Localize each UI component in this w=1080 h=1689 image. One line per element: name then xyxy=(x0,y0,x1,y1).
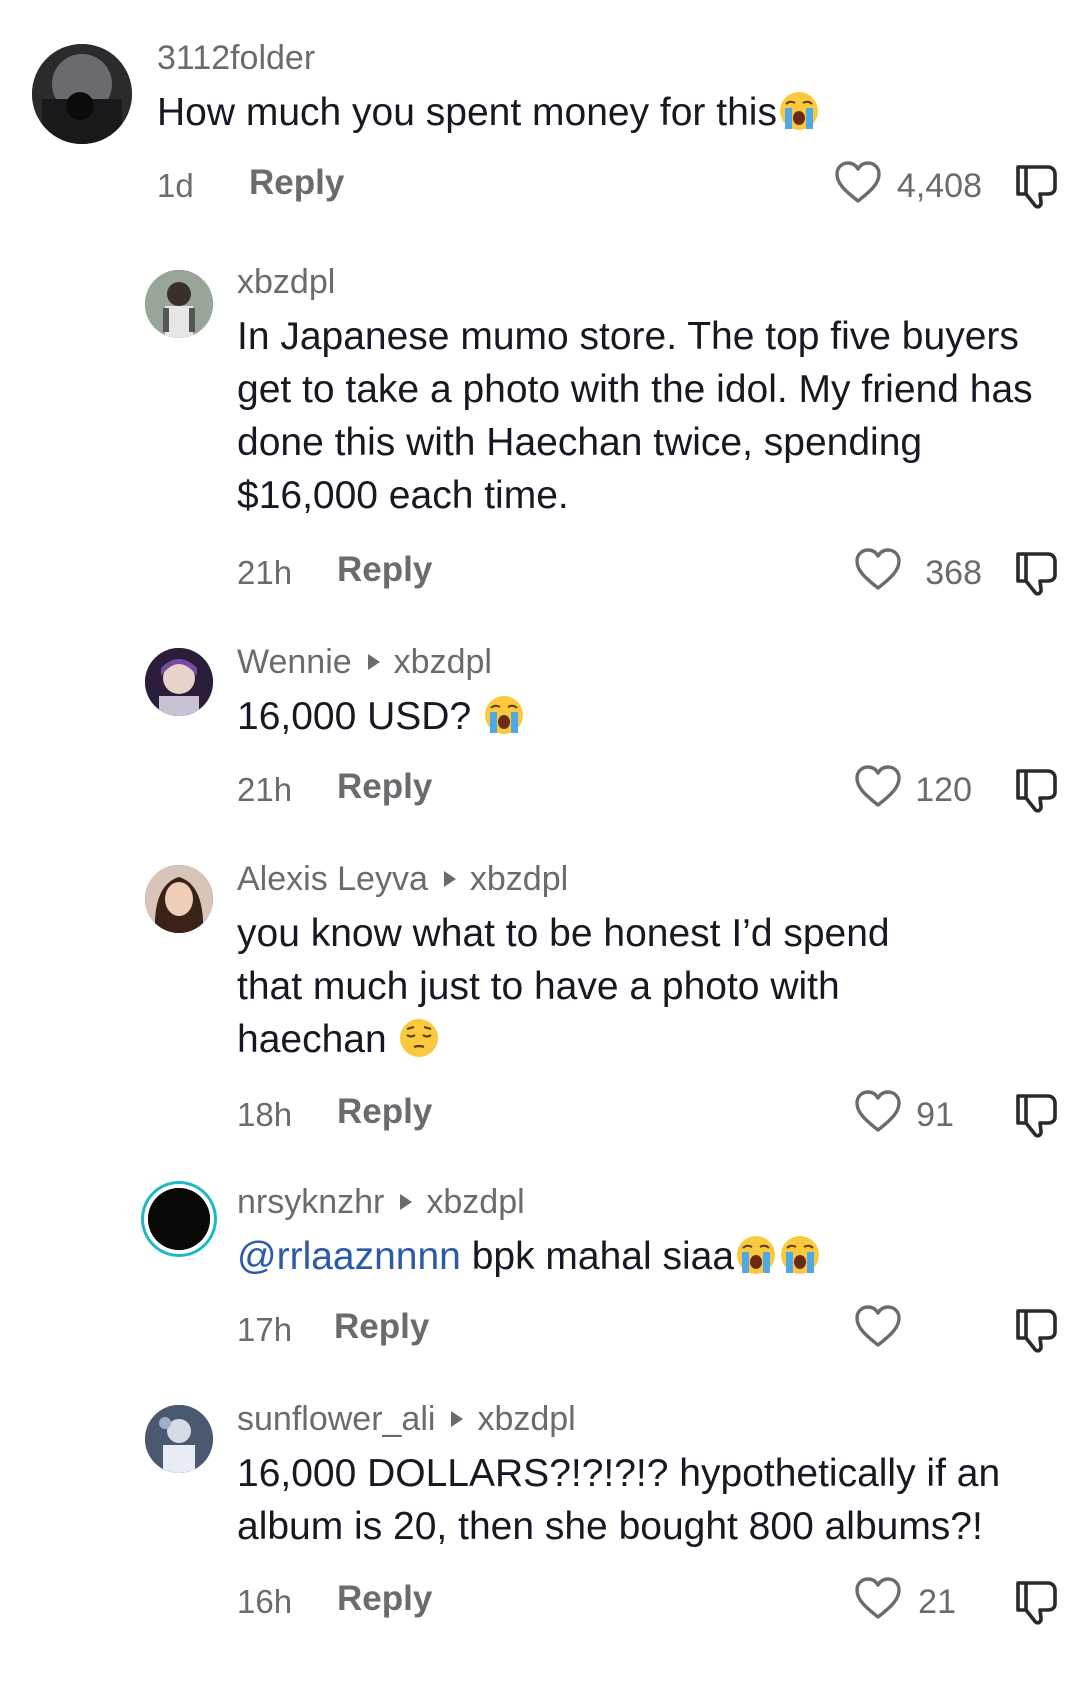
thumbs-down-icon[interactable] xyxy=(1010,1305,1060,1355)
caret-right-icon xyxy=(367,654,380,670)
avatar[interactable] xyxy=(32,44,132,144)
comment-time: 21h xyxy=(237,771,293,808)
reply-to-username[interactable]: xbzdpl xyxy=(477,1400,575,1438)
comment-time: 1d xyxy=(157,167,194,204)
like-count: 4,408 xyxy=(896,167,982,205)
thumbs-down-icon[interactable] xyxy=(1010,161,1060,211)
reply-to-username[interactable]: xbzdpl xyxy=(394,643,492,681)
reply-button[interactable]: Reply xyxy=(337,1092,432,1132)
comment-time: 21h xyxy=(237,554,293,591)
reply-to-username[interactable]: xbzdpl xyxy=(470,860,568,898)
avatar[interactable] xyxy=(145,1405,213,1473)
heart-outline-icon[interactable] xyxy=(834,159,882,205)
heart-outline-icon[interactable] xyxy=(854,546,902,592)
username[interactable]: Wennie xyxy=(237,643,352,681)
like-count: 91 xyxy=(916,1096,954,1134)
comment-time: 18h xyxy=(237,1096,293,1133)
like-count: 21 xyxy=(918,1583,956,1621)
caret-right-icon xyxy=(443,871,456,887)
thumbs-down-icon[interactable] xyxy=(1010,765,1060,815)
username[interactable]: Alexis Leyva xyxy=(237,860,428,898)
comment-text: In Japanese mumo store. The top five buy… xyxy=(237,315,1033,517)
avatar[interactable] xyxy=(148,1188,210,1250)
comment-text: you know what to be honest I’d spend tha… xyxy=(237,912,890,1061)
heart-outline-icon[interactable] xyxy=(854,1575,902,1621)
heart-outline-icon[interactable] xyxy=(854,763,902,809)
pensive-face-icon xyxy=(397,1016,441,1060)
username[interactable]: xbzdpl xyxy=(237,263,335,301)
avatar[interactable] xyxy=(145,270,213,338)
username[interactable]: nrsyknzhr xyxy=(237,1183,384,1221)
username[interactable]: 3112folder xyxy=(157,39,315,77)
comment-time: 17h xyxy=(237,1311,293,1348)
thumbs-down-icon[interactable] xyxy=(1010,548,1060,598)
mention-link[interactable]: @rrlaaznnnn xyxy=(237,1235,461,1278)
comment-text: 16,000 USD? xyxy=(237,690,1060,743)
caret-right-icon xyxy=(400,1194,413,1210)
reply-button[interactable]: Reply xyxy=(249,163,344,203)
comment-text: How much you spent money for this xyxy=(157,86,1060,139)
comment-text: @rrlaaznnnn bpk mahal siaa xyxy=(237,1230,1060,1283)
like-count: 120 xyxy=(915,771,972,809)
loudly-crying-face-icon xyxy=(777,89,821,133)
reply-to-username[interactable]: xbzdpl xyxy=(426,1183,524,1221)
reply-button[interactable]: Reply xyxy=(337,550,432,590)
loudly-crying-face-icon xyxy=(482,693,526,737)
avatar[interactable] xyxy=(145,865,213,933)
comment-text: 16,000 DOLLARS?!?!?!? hypothetically if … xyxy=(237,1452,1001,1548)
reply-button[interactable]: Reply xyxy=(334,1307,429,1347)
like-count: 368 xyxy=(925,554,982,592)
heart-outline-icon[interactable] xyxy=(854,1303,902,1349)
username[interactable]: sunflower_ali xyxy=(237,1400,435,1438)
avatar[interactable] xyxy=(145,648,213,716)
reply-button[interactable]: Reply xyxy=(337,1579,432,1619)
heart-outline-icon[interactable] xyxy=(854,1088,902,1134)
caret-right-icon xyxy=(451,1411,464,1427)
thumbs-down-icon[interactable] xyxy=(1010,1577,1060,1627)
loudly-crying-face-icon xyxy=(778,1233,822,1277)
reply-button[interactable]: Reply xyxy=(337,767,432,807)
comment-time: 16h xyxy=(237,1583,293,1620)
loudly-crying-face-icon xyxy=(734,1233,778,1277)
thumbs-down-icon[interactable] xyxy=(1010,1090,1060,1140)
